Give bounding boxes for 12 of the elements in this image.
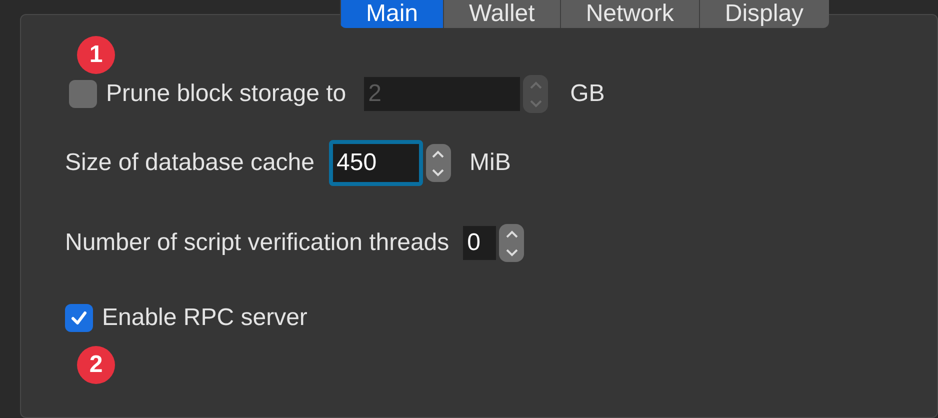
- tab[interactable]: Main: [340, 0, 444, 28]
- tab[interactable]: Wallet: [443, 0, 560, 28]
- tab[interactable]: Network: [560, 0, 699, 28]
- option-label: Number of script verification threads: [65, 228, 450, 258]
- unit-label: MiB: [470, 148, 511, 178]
- option-label: Prune block storage to: [106, 79, 346, 109]
- number-field[interactable]: 450: [328, 140, 423, 186]
- tab[interactable]: Display: [698, 0, 829, 28]
- unit-label: GB: [570, 79, 605, 109]
- option-label: Enable RPC server: [102, 303, 308, 333]
- option-label: Size of database cache: [65, 148, 315, 178]
- number-field[interactable]: 0: [463, 226, 496, 260]
